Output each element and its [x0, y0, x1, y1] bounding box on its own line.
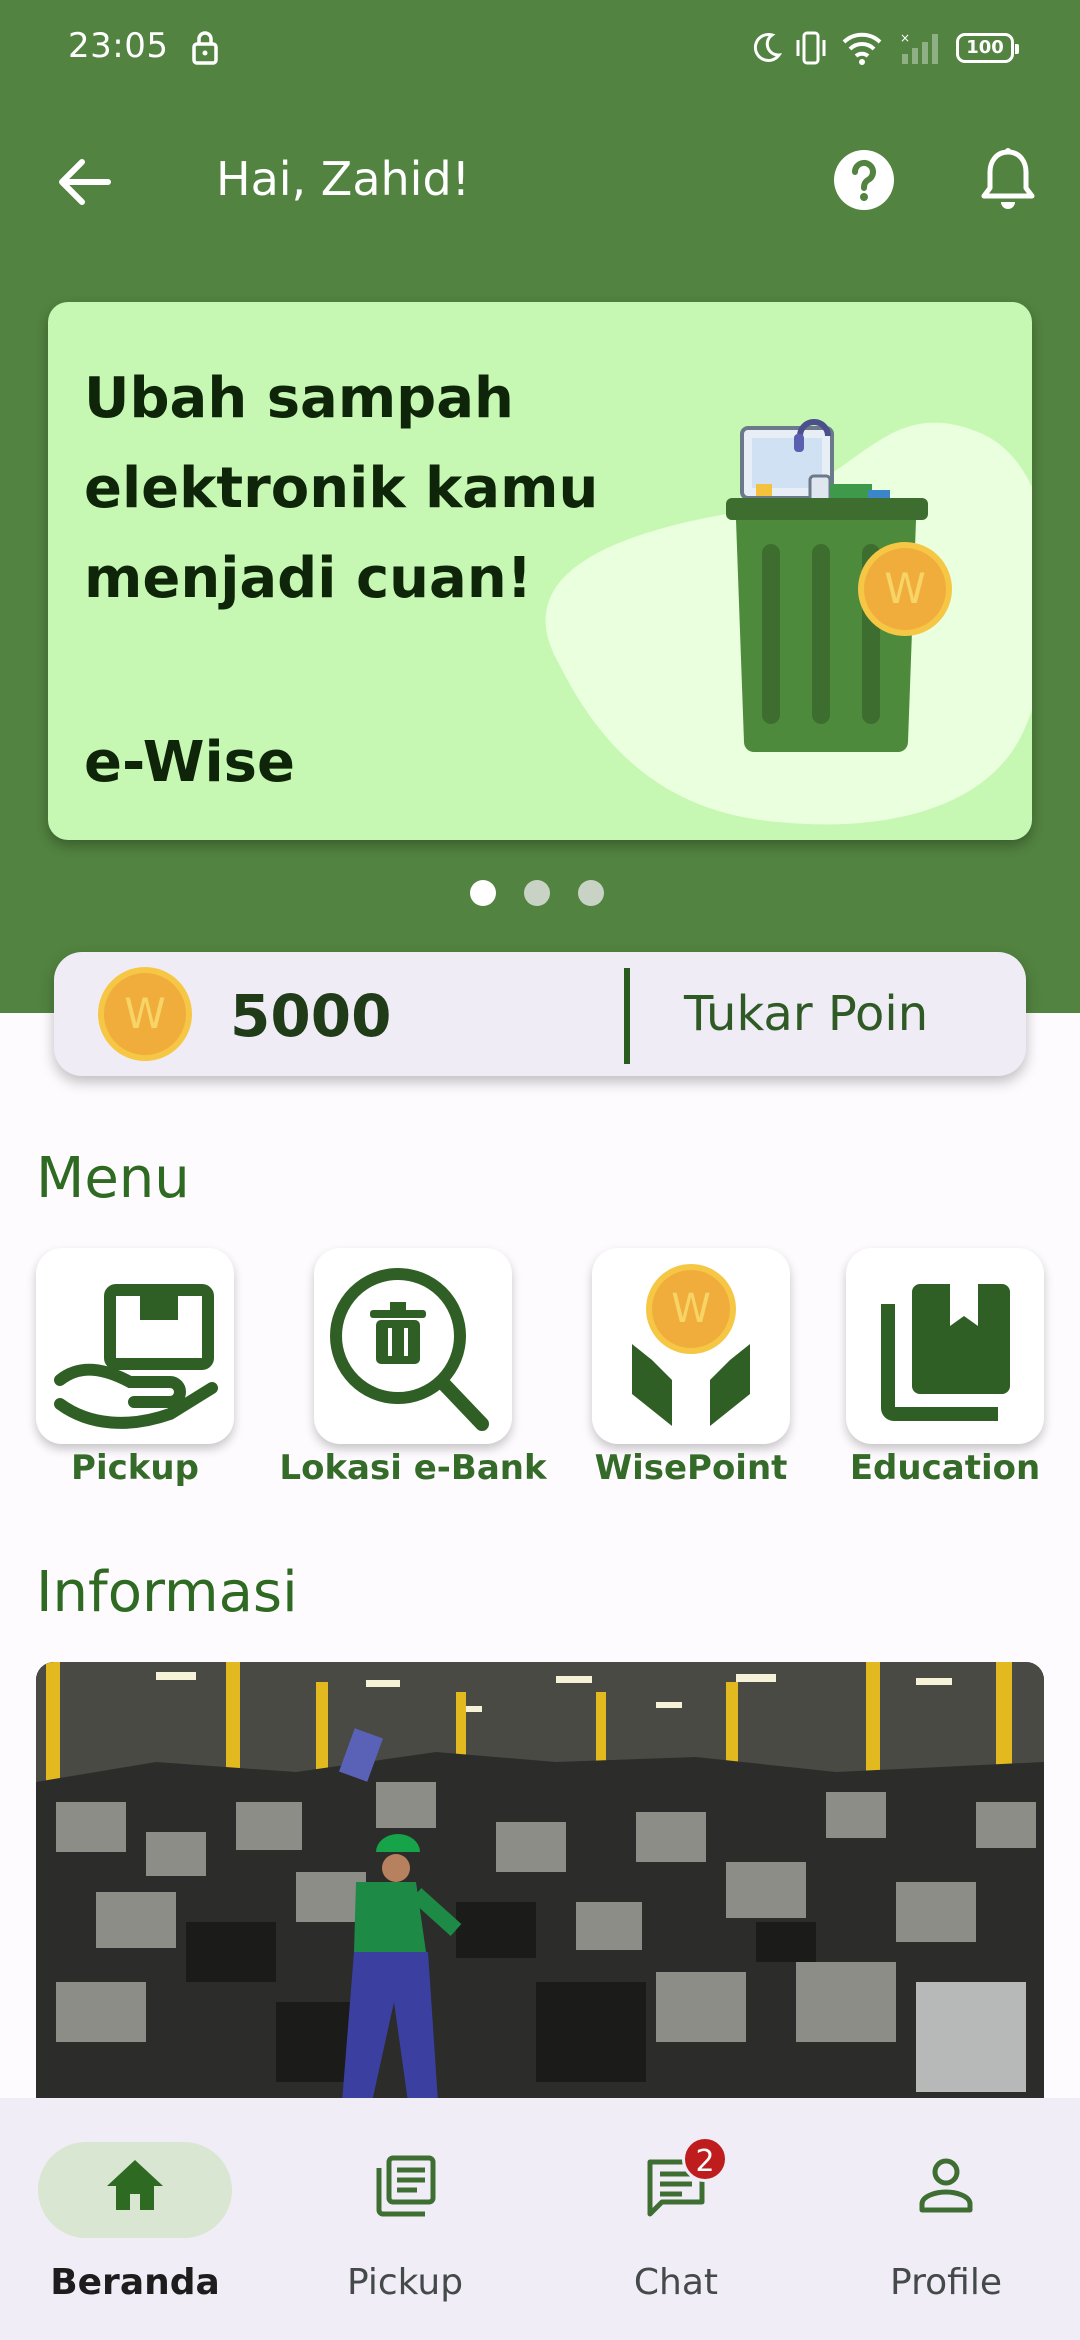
hand-box-icon — [54, 1284, 218, 1429]
wifi-icon — [842, 32, 882, 65]
banner-coin-icon: W — [858, 542, 952, 636]
promo-banner[interactable]: Ubah sampah elektronik kamu menjadi cuan… — [48, 302, 1032, 840]
nav-item-chat[interactable]: 2 Chat — [576, 2136, 776, 2303]
carousel-dot-3[interactable] — [578, 880, 604, 906]
nav-item-beranda[interactable]: Beranda — [35, 2142, 235, 2303]
menu-item-lokasi-ebank[interactable]: Lokasi e-Bank — [279, 1248, 547, 1488]
wisepoint-coin-icon: W — [646, 1264, 736, 1354]
nav-label-pickup: Pickup — [346, 2262, 464, 2303]
carousel-dot-1[interactable] — [470, 880, 496, 906]
menu-label-education: Education — [849, 1448, 1041, 1488]
points-coin-icon: W — [98, 967, 192, 1061]
menu-item-pickup[interactable]: Pickup — [36, 1248, 234, 1488]
arrow-left-icon — [59, 159, 111, 205]
status-bar: 23:05 × 100 — [0, 0, 1080, 96]
nav-label-profile: Profile — [890, 2262, 1002, 2303]
bell-icon — [981, 148, 1035, 209]
question-icon — [834, 150, 894, 210]
menu-label-pickup: Pickup — [71, 1448, 199, 1488]
status-icons: × 100 — [752, 28, 1019, 68]
banner-headline: Ubah sampah elektronik kamu menjadi cuan… — [84, 366, 599, 611]
svg-text:×: × — [900, 31, 910, 45]
status-time: 23:05 — [68, 26, 169, 66]
home-icon — [107, 2160, 163, 2210]
cellular-signal-icon: × — [900, 31, 938, 64]
menu-tile-wisepoint[interactable]: W — [592, 1248, 790, 1444]
points-value: 5000 — [230, 982, 392, 1050]
books-icon — [881, 1284, 1010, 1421]
menu-tile-lokasi-ebank[interactable] — [314, 1248, 512, 1444]
menu-tile-pickup[interactable] — [36, 1248, 234, 1444]
points-card: W 5000 Tukar Poin — [54, 952, 1026, 1076]
back-button[interactable] — [52, 150, 116, 214]
help-button[interactable] — [832, 148, 896, 212]
menu-item-education[interactable]: Education — [846, 1248, 1044, 1488]
nav-label-beranda: Beranda — [50, 2262, 220, 2303]
info-article-image[interactable] — [36, 1662, 1044, 2102]
redeem-points-button[interactable]: Tukar Poin — [684, 986, 928, 1042]
carousel-indicator — [470, 880, 604, 906]
banner-brand: e-Wise — [84, 730, 295, 795]
menu-label-lokasi-ebank: Lokasi e-Bank — [279, 1448, 547, 1488]
chat-unread-badge: 2 — [682, 2136, 728, 2182]
lock-icon — [192, 31, 218, 65]
do-not-disturb-moon-icon — [753, 33, 782, 62]
menu-label-wisepoint: WisePoint — [594, 1448, 788, 1488]
battery-indicator: 100 — [956, 33, 1019, 63]
nav-item-pickup[interactable]: Pickup — [305, 2142, 505, 2303]
document-list-icon — [376, 2155, 436, 2217]
nav-item-profile[interactable]: Profile — [846, 2142, 1046, 2303]
carousel-dot-2[interactable] — [524, 880, 550, 906]
bottom-navigation: Beranda Pickup 2 Chat Profile — [0, 2098, 1080, 2340]
menu-section-title: Menu — [36, 1146, 190, 1211]
vibrate-icon — [796, 31, 826, 65]
person-icon — [919, 2158, 973, 2213]
menu-item-wisepoint[interactable]: W WisePoint — [592, 1248, 790, 1488]
ewaste-warehouse-photo — [36, 1662, 1044, 2102]
info-section-title: Informasi — [36, 1560, 298, 1625]
nav-label-chat: Chat — [633, 2262, 719, 2303]
search-trash-icon — [330, 1268, 489, 1431]
menu-tile-education[interactable] — [846, 1248, 1044, 1444]
notification-button[interactable] — [976, 146, 1040, 214]
points-divider — [624, 968, 630, 1064]
greeting-title: Hai, Zahid! — [216, 152, 471, 206]
